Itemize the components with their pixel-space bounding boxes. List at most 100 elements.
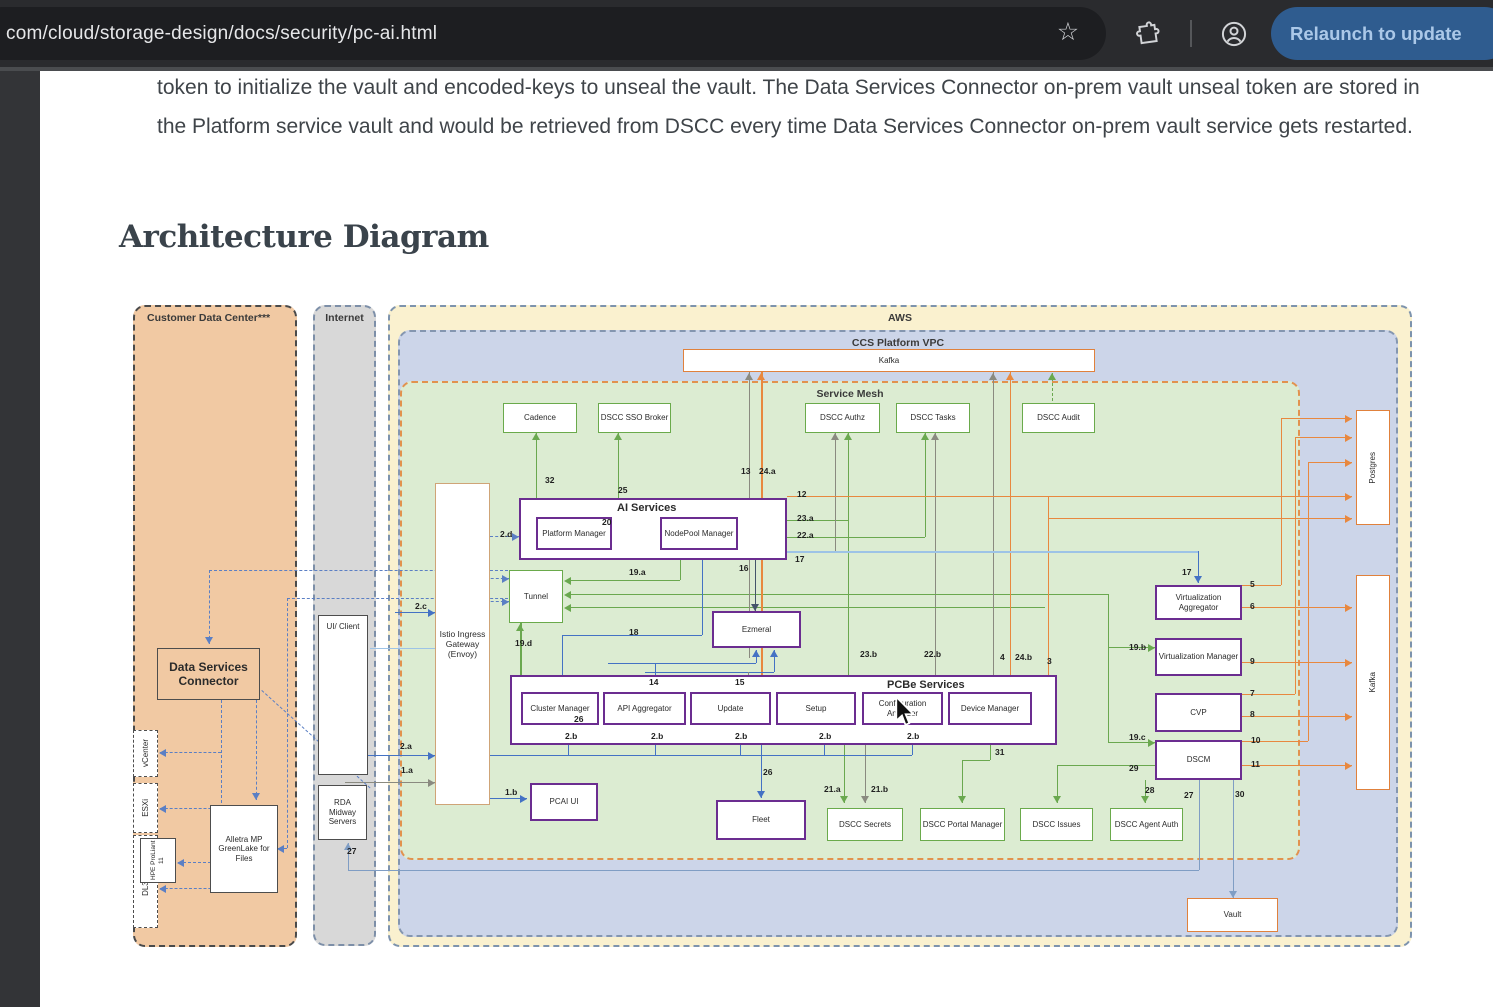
arrowhead	[1053, 796, 1061, 803]
edge-number-17: 17	[1182, 567, 1191, 577]
arrowhead	[159, 805, 166, 813]
extensions-puzzle-icon[interactable]	[1126, 0, 1170, 67]
edge-number-29: 29	[1129, 763, 1138, 773]
node-data-services-connector: Data Services Connector	[157, 648, 260, 700]
node-dscc-audit: DSCC Audit	[1022, 403, 1095, 433]
edge-number-4: 4	[1000, 652, 1005, 662]
arrowhead	[428, 779, 435, 787]
node-label: UI/ Client	[327, 622, 360, 632]
edge-number-21.a: 21.a	[824, 784, 841, 794]
node-hpe-proliant: HPE ProLiant 11	[140, 838, 176, 883]
node-cvp: CVP	[1155, 693, 1242, 732]
connector-line	[1010, 372, 1011, 675]
relaunch-to-update-button[interactable]: Relaunch to update	[1271, 7, 1493, 60]
node-label: Cluster Manager	[530, 704, 589, 714]
edge-number-21.b: 21.b	[871, 784, 888, 794]
edge-number-24.a: 24.a	[759, 466, 776, 476]
connector-line	[160, 752, 221, 753]
arrowhead	[1006, 373, 1014, 380]
connector-line	[566, 580, 680, 581]
connector-line	[1242, 585, 1281, 586]
node-label: DSCC Tasks	[910, 413, 955, 423]
connector-line	[209, 570, 210, 644]
connector-line	[1281, 418, 1282, 585]
arrowhead	[1148, 739, 1155, 747]
container-label-customer-dc: Customer Data Center***	[147, 312, 270, 324]
node-ui-client: UI/ Client	[318, 615, 368, 775]
edge-number-13: 13	[741, 466, 750, 476]
arrowhead	[614, 433, 622, 440]
node-esxi: ESXi	[133, 783, 158, 833]
edge-number-7: 7	[1250, 688, 1255, 698]
edge-number-6: 6	[1250, 601, 1255, 611]
arrowhead	[1345, 493, 1352, 501]
edge-number-19.c: 19.c	[1129, 732, 1146, 742]
profile-icon[interactable]	[1212, 0, 1256, 67]
node-vault: Vault	[1187, 898, 1278, 932]
edge-number-15: 15	[735, 677, 744, 687]
node-virtualization-manager: Virtualization Manager	[1155, 638, 1242, 676]
edge-number-22.b: 22.b	[924, 649, 941, 659]
arrowhead	[844, 433, 852, 440]
container-label-aws: AWS	[390, 312, 1410, 324]
container-label-internet: Internet	[315, 312, 374, 324]
connector-line	[848, 433, 849, 675]
edge-number-17: 17	[795, 554, 804, 564]
node-cluster-manager: Cluster Manager	[521, 692, 599, 725]
node-label: Istio Ingress Gateway (Envoy)	[437, 629, 488, 660]
mouse-cursor	[892, 697, 918, 727]
edge-number-26: 26	[574, 714, 583, 724]
node-pcai-ui: PCAI UI	[530, 783, 598, 821]
arrowhead	[532, 433, 540, 440]
node-update: Update	[690, 692, 771, 725]
node-platform-manager: Platform Manager	[536, 517, 612, 550]
node-label: NodePool Manager	[665, 529, 734, 539]
node-label: ESXi	[141, 799, 151, 817]
arrowhead	[564, 577, 571, 585]
connector-line	[1108, 594, 1109, 742]
node-label: CVP	[1190, 708, 1206, 718]
connector-line	[1242, 662, 1352, 663]
node-rda-midway-servers: RDA Midway Servers	[318, 785, 367, 840]
edge-number-18: 18	[629, 627, 638, 637]
edge-number-23.b: 23.b	[860, 649, 877, 659]
arrowhead	[516, 624, 524, 631]
arrowhead	[958, 796, 966, 803]
node-virtualization-aggregator: Virtualization Aggregator	[1155, 585, 1242, 620]
node-title-ai-services: AI Services	[617, 502, 676, 515]
node-tunnel: Tunnel	[509, 570, 563, 623]
node-label: Virtualization Manager	[1159, 652, 1238, 662]
edge-number-28: 28	[1145, 785, 1154, 795]
edge-number-27: 27	[1184, 790, 1193, 800]
node-label: Device Manager	[961, 704, 1019, 714]
bookmark-star-icon[interactable]: ☆	[1046, 0, 1090, 65]
node-label: DSCC Secrets	[839, 820, 891, 830]
arrowhead	[1345, 604, 1352, 612]
node-label: RDA Midway Servers	[320, 798, 365, 827]
node-api-aggregator: API Aggregator	[603, 692, 686, 725]
node-label: DSCC Portal Manager	[923, 820, 1003, 830]
toolbar-separator	[1190, 20, 1192, 47]
connector-line	[962, 760, 990, 761]
arrowhead	[989, 373, 997, 380]
node-label: Fleet	[752, 815, 770, 825]
arrowhead	[502, 598, 509, 606]
container-label-service-mesh: Service Mesh	[402, 388, 1298, 400]
connector-line	[925, 433, 926, 537]
edge-number-2.b: 2.b	[907, 731, 919, 741]
node-dscc-tasks: DSCC Tasks	[896, 403, 970, 433]
node-device-manager: Device Manager	[948, 692, 1032, 725]
edge-number-25: 25	[618, 485, 627, 495]
arrowhead	[1194, 576, 1202, 583]
connector-line	[1295, 437, 1352, 438]
url-bar[interactable]: com/cloud/storage-design/docs/security/p…	[0, 7, 1106, 60]
node-label: vCenter	[141, 739, 151, 767]
edge-number-3: 3	[1047, 656, 1052, 666]
arrowhead	[1345, 762, 1352, 770]
connector-line	[566, 594, 1108, 595]
node-title-pcbe-services: PCBe Services	[887, 679, 965, 692]
connector-line	[1048, 496, 1049, 675]
edge-number-23.a: 23.a	[797, 513, 814, 523]
edge-number-2.d: 2.d	[500, 529, 512, 539]
edge-number-2.b: 2.b	[565, 731, 577, 741]
